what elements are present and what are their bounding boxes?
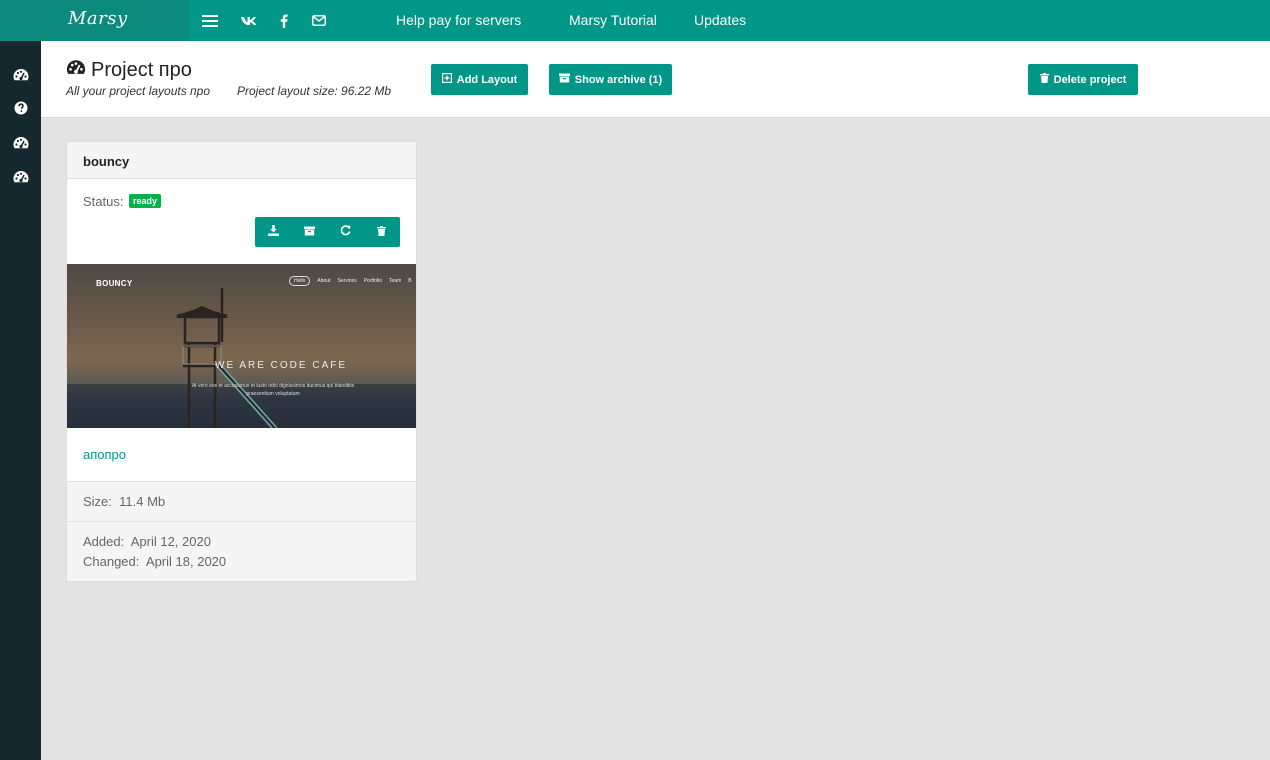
download-button[interactable] [255,217,291,247]
menu-icon[interactable] [200,0,220,41]
page-title: Project про [66,59,192,82]
dashboard-icon[interactable] [13,169,29,185]
help-icon[interactable] [13,100,29,116]
preview-nav-item: Services [337,278,357,284]
archive-button[interactable] [291,217,327,247]
status-badge: ready [129,194,162,208]
changed-label: Changed: [83,554,140,569]
refresh-button[interactable] [327,217,363,247]
added-label: Added: [83,534,125,549]
preview-logo: BOUNCY [96,279,133,288]
changed-value: April 18, 2020 [145,554,227,569]
archive-icon [558,73,570,86]
page-header: Project про All your project layouts про… [41,41,1270,118]
page-title-text: Project про [91,59,192,81]
tutorial-link[interactable]: Marsy Tutorial [569,12,657,28]
preview-nav-item: About [317,278,331,284]
changed-row: Changed: April 18, 2020 [83,554,226,569]
layout-card: bouncy Status: ready BOUNCY Hello About … [66,141,417,582]
add-layout-button[interactable]: Add Layout [431,64,528,95]
plus-square-icon [441,73,452,86]
project-size-text: Project layout size: 96.22 Mb [237,84,392,98]
dates-section: Added: April 12, 2020 Changed: April 18,… [67,521,416,581]
brand-area: Marsy [0,0,189,41]
preview-headline: WE ARE CODE CAFE [215,360,348,371]
trash-icon [376,223,386,241]
layout-name-link[interactable]: апопро [83,447,126,462]
lifeguard-tower-image [67,288,416,428]
show-archive-label: Show archive (1) [574,73,663,86]
size-section: Size: 11.4 Mb [67,481,416,521]
trash-icon [1039,73,1049,86]
card-title: bouncy [83,154,130,169]
mail-icon[interactable] [310,0,328,41]
preview-nav: Hello About Services Portfolio Team B [289,276,412,286]
status-label: Status: [83,194,124,209]
added-value: April 12, 2020 [130,534,211,549]
preview-nav-item: B [408,278,412,284]
size-label: Size: [83,494,112,509]
refresh-icon [340,223,351,241]
preview-nav-item: Hello [289,276,311,286]
left-sidebar [0,41,41,760]
added-row: Added: April 12, 2020 [83,534,211,549]
show-archive-button[interactable]: Show archive (1) [549,64,672,95]
help-pay-link[interactable]: Help pay for servers [396,12,521,28]
card-header: bouncy [67,142,416,179]
dashboard-icon [66,59,86,82]
dashboard-icon[interactable] [13,67,29,83]
vk-icon[interactable] [239,0,259,41]
updates-link[interactable]: Updates [694,12,746,28]
preview-text: At vero eos et accusamus et iusto odio d… [191,383,355,397]
add-layout-label: Add Layout [456,73,518,86]
brand-logo[interactable]: Marsy [68,8,128,29]
download-icon [267,223,279,241]
size-value: 11.4 Mb [119,494,166,509]
top-navbar: Marsy Help pay for servers Marsy Tutoria… [0,0,1270,41]
preview-nav-item: Team [389,278,402,284]
delete-project-label: Delete project [1053,73,1127,86]
archive-icon [303,223,315,241]
facebook-icon[interactable] [275,0,293,41]
delete-project-button[interactable]: Delete project [1028,64,1138,95]
size-row: Size: 11.4 Mb [83,494,165,509]
preview-nav-item: Portfolio [363,278,383,284]
card-actions [255,217,400,247]
dashboard-icon[interactable] [13,135,29,151]
page-subtitle: All your project layouts про [66,84,211,98]
layout-preview-image[interactable]: BOUNCY Hello About Services Portfolio Te… [67,264,416,428]
delete-layout-button[interactable] [363,217,399,247]
